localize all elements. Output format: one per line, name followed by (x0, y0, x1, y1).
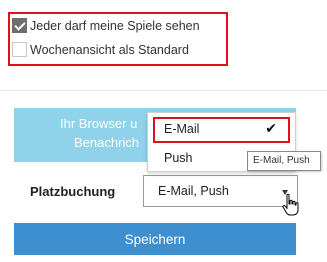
settings-checkbox-group: Jeder darf meine Spiele sehen Wochenansi… (8, 12, 228, 66)
public-games-label: Jeder darf meine Spiele sehen (30, 18, 200, 33)
tooltip-text: E-Mail, Push (253, 155, 310, 166)
public-games-checkbox[interactable] (12, 18, 27, 33)
platzbuchung-selected-value: E-Mail, Push (158, 184, 229, 198)
week-view-checkbox[interactable] (12, 42, 27, 57)
public-games-checkbox-row[interactable]: Jeder darf meine Spiele sehen (12, 18, 200, 33)
save-button[interactable]: Speichern (14, 223, 296, 255)
week-view-checkbox-row[interactable]: Wochenansicht als Standard (12, 42, 189, 57)
platzbuchung-label: Platzbuchung (30, 184, 116, 199)
option-push-label: Push (164, 151, 193, 165)
section-divider (0, 90, 327, 91)
platzbuchung-select[interactable]: E-Mail, Push (143, 175, 298, 207)
selection-tooltip: E-Mail, Push (247, 151, 321, 171)
week-view-label: Wochenansicht als Standard (30, 42, 189, 57)
banner-text-line1: Ihr Browser u (60, 116, 138, 131)
email-option-highlight (153, 117, 290, 143)
hand-pointer-icon (282, 193, 299, 216)
banner-text-line2: Benachrich (74, 135, 140, 150)
